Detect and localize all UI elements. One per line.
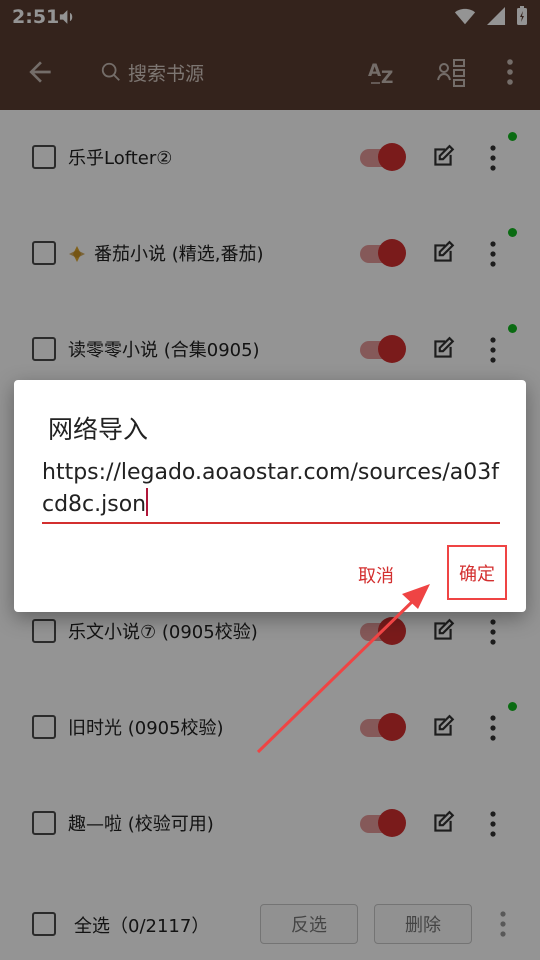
url-input-value: https://legado.aoaostar.com/sources/a03f… <box>42 460 500 517</box>
url-input[interactable]: https://legado.aoaostar.com/sources/a03f… <box>42 458 500 524</box>
confirm-button[interactable]: 确定 <box>447 545 507 600</box>
confirm-button-label: 确定 <box>459 563 495 585</box>
cancel-button[interactable]: 取消 <box>358 562 394 588</box>
network-import-dialog: 网络导入 https://legado.aoaostar.com/sources… <box>14 380 526 612</box>
text-caret <box>146 488 149 516</box>
dialog-title: 网络导入 <box>48 415 149 444</box>
